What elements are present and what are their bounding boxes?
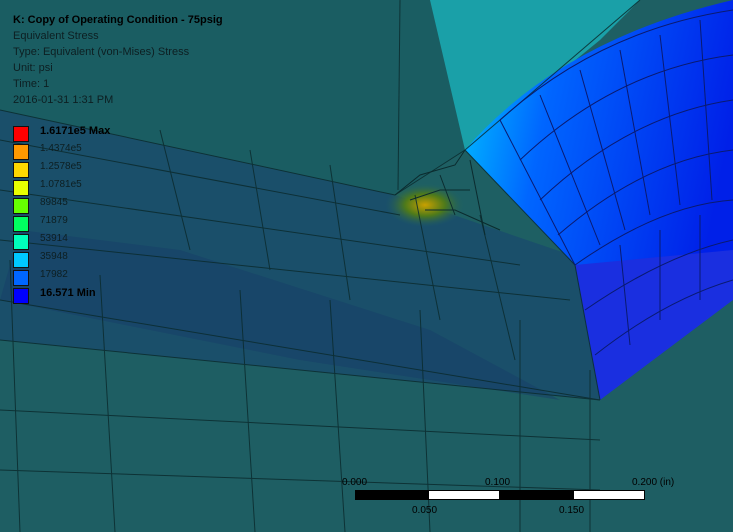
legend-label: 71879 (40, 215, 68, 226)
scale-segment (355, 490, 428, 500)
legend-label: 35948 (40, 251, 68, 262)
legend-swatch (13, 288, 29, 304)
legend-swatch (13, 252, 29, 268)
legend-min-label: 16.571 Min (40, 287, 96, 299)
analysis-title: K: Copy of Operating Condition - 75psig (13, 14, 223, 26)
result-type: Type: Equivalent (von-Mises) Stress (13, 46, 190, 58)
result-time: Time: 1 (13, 78, 50, 90)
scale-label-0-200: 0.200 (in) (632, 477, 675, 488)
scale-label-0: 0.000 (342, 477, 368, 488)
legend-swatch (13, 216, 29, 232)
scale-segment (500, 490, 573, 500)
legend-max-label: 1.6171e5 Max (40, 125, 111, 137)
legend-label: 1.0781e5 (40, 179, 82, 190)
legend-row: 17982 (13, 269, 153, 288)
legend-row: 1.4374e5 (13, 143, 153, 162)
scale-segment (428, 490, 500, 500)
legend-row: 16.571 Min (13, 287, 153, 306)
contour-legend[interactable]: 1.6171e5 Max 1.4374e5 1.2578e5 1.0781e5 … (13, 125, 153, 306)
result-date: 2016-01-31 1:31 PM (13, 94, 114, 106)
scale-segment (573, 490, 645, 500)
legend-row: 1.2578e5 (13, 161, 153, 180)
legend-label: 17982 (40, 269, 68, 280)
legend-label: 89845 (40, 197, 68, 208)
legend-label: 1.2578e5 (40, 161, 82, 172)
result-name: Equivalent Stress (13, 30, 99, 42)
legend-label: 1.4374e5 (40, 143, 82, 154)
legend-swatch (13, 270, 29, 286)
scale-label-0-150: 0.150 (559, 505, 585, 516)
legend-row: 1.6171e5 Max (13, 125, 153, 144)
legend-swatch (13, 180, 29, 196)
scale-label-0-100: 0.100 (485, 477, 511, 488)
legend-swatch (13, 162, 29, 178)
result-unit: Unit: psi (13, 62, 53, 74)
legend-swatch (13, 234, 29, 250)
legend-row: 1.0781e5 (13, 179, 153, 198)
scale-label-0-050: 0.050 (412, 505, 438, 516)
legend-swatch (13, 198, 29, 214)
legend-row: 53914 (13, 233, 153, 252)
legend-label: 53914 (40, 233, 68, 244)
scale-bar: 0.000 0.100 0.200 (in) 0.050 0.150 (340, 477, 730, 527)
legend-swatch (13, 126, 29, 142)
legend-row: 89845 (13, 197, 153, 216)
legend-row: 35948 (13, 251, 153, 270)
legend-swatch (13, 144, 29, 160)
result-info-header: K: Copy of Operating Condition - 75psig … (13, 12, 223, 108)
legend-row: 71879 (13, 215, 153, 234)
